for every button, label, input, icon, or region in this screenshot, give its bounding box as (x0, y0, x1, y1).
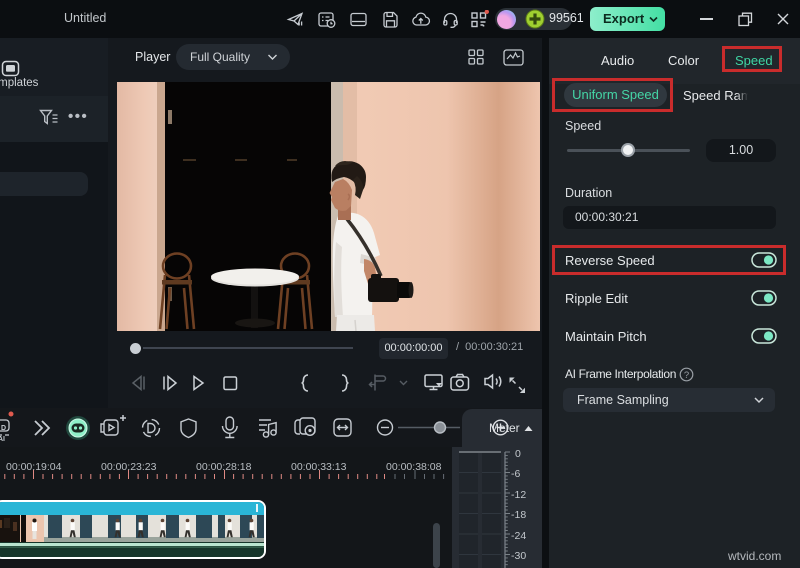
svg-text:?: ? (684, 369, 689, 380)
svg-text:AI: AI (0, 436, 5, 443)
svg-text:D: D (1, 425, 6, 432)
